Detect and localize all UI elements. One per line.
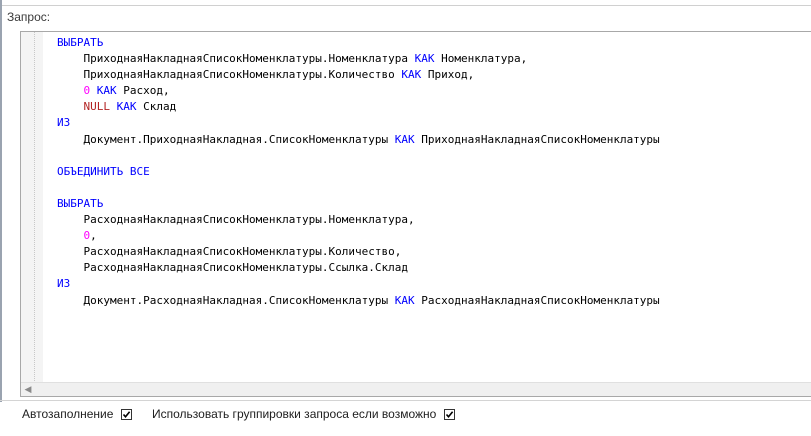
code-token-kw: КАК (394, 293, 415, 307)
code-token: Приход, (421, 68, 475, 82)
checkmark-icon (446, 410, 454, 418)
code-token-kw: КАК (96, 84, 117, 98)
code-token: Номенклатура, (434, 52, 528, 66)
code-line: РасходнаяНакладнаяСписокНоменклатуры.Кол… (57, 244, 811, 260)
code-line: РасходнаяНакладнаяСписокНоменклатуры.Ссы… (57, 260, 811, 276)
code-token-kw: КАК (414, 52, 435, 66)
code-token-kw: ИЗ (57, 277, 71, 291)
code-token: Документ.ПриходнаяНакладная.СписокНоменк… (57, 132, 395, 146)
code-token: Склад (136, 100, 177, 114)
code-token: РасходнаяНакладнаяСписокНоменклатуры.Ссы… (57, 261, 408, 275)
code-token-kw: КАК (401, 68, 422, 82)
code-token-kw: ИЗ (57, 116, 71, 130)
code-line: ПриходнаяНакладнаяСписокНоменклатуры.Ном… (57, 51, 811, 67)
code-token: ПриходнаяНакладнаяСписокНоменклатуры.Кол… (57, 68, 402, 82)
code-line: ИЗ (57, 276, 811, 292)
code-token-kw: ВЫБРАТЬ (57, 36, 104, 49)
code-line: ПриходнаяНакладнаяСписокНоменклатуры.Кол… (57, 67, 811, 83)
code-token-kw: КАК (394, 132, 415, 146)
code-line: 0, (57, 228, 811, 244)
code-line: Документ.РасходнаяНакладная.СписокНоменк… (57, 293, 811, 309)
code-token: Документ.РасходнаяНакладная.СписокНоменк… (57, 293, 395, 307)
code-token: , (90, 229, 97, 243)
code-line: ИЗ (57, 115, 811, 131)
checkmark-icon (123, 410, 131, 418)
code-token: РасходнаяНакладнаяСписокНоменклатуры.Ном… (57, 213, 415, 227)
grouping-checkbox[interactable] (444, 408, 456, 420)
grouping-label: Использовать группировки запроса если во… (152, 407, 437, 421)
query-text-editor[interactable]: ВЫБРАТЬ ПриходнаяНакладнаяСписокНоменкла… (20, 31, 811, 397)
code-token-kw: КАК (116, 100, 137, 114)
editor-gutter (21, 32, 43, 383)
code-line: ​ (57, 180, 811, 196)
autofill-option: Автозаполнение (22, 407, 133, 421)
code-token-kw: ВЫБРАТЬ (57, 196, 104, 210)
left-edge-bar (0, 0, 2, 402)
gutter-dotted-line (34, 32, 35, 383)
code-token-kw: ОБЪЕДИНИТЬ ВСЕ (57, 164, 150, 178)
code-token: ПриходнаяНакладнаяСписокНоменклатуры (414, 132, 660, 146)
code-line: ​ (57, 148, 811, 164)
code-line: ВЫБРАТЬ (57, 35, 811, 51)
code-token: РасходнаяНакладнаяСписокНоменклатуры.Кол… (57, 245, 402, 259)
code-line: ОБЪЕДИНИТЬ ВСЕ (57, 164, 811, 180)
grouping-option: Использовать группировки запроса если во… (152, 407, 456, 421)
code-token: ПриходнаяНакладнаяСписокНоменклатуры.Ном… (57, 52, 415, 66)
code-line: ВЫБРАТЬ (57, 196, 811, 212)
code-token-null: NULL (83, 100, 111, 114)
code-token: Расход, (116, 84, 170, 98)
options-separator (0, 400, 811, 401)
autofill-label: Автозаполнение (22, 407, 114, 421)
scroll-left-icon[interactable]: ◀ (23, 384, 33, 394)
code-line: 0 КАК Расход, (57, 83, 811, 99)
autofill-checkbox[interactable] (121, 408, 133, 420)
query-code[interactable]: ВЫБРАТЬ ПриходнаяНакладнаяСписокНоменкла… (57, 35, 811, 309)
code-line: Документ.ПриходнаяНакладная.СписокНоменк… (57, 132, 811, 148)
horizontal-scrollbar[interactable]: ◀ (21, 382, 811, 396)
code-line: NULL КАК Склад (57, 99, 811, 115)
query-label: Запрос: (7, 10, 51, 24)
code-token: РасходнаяНакладнаяСписокНоменклатуры (414, 293, 660, 307)
top-divider (0, 0, 811, 6)
code-line: РасходнаяНакладнаяСписокНоменклатуры.Ном… (57, 212, 811, 228)
